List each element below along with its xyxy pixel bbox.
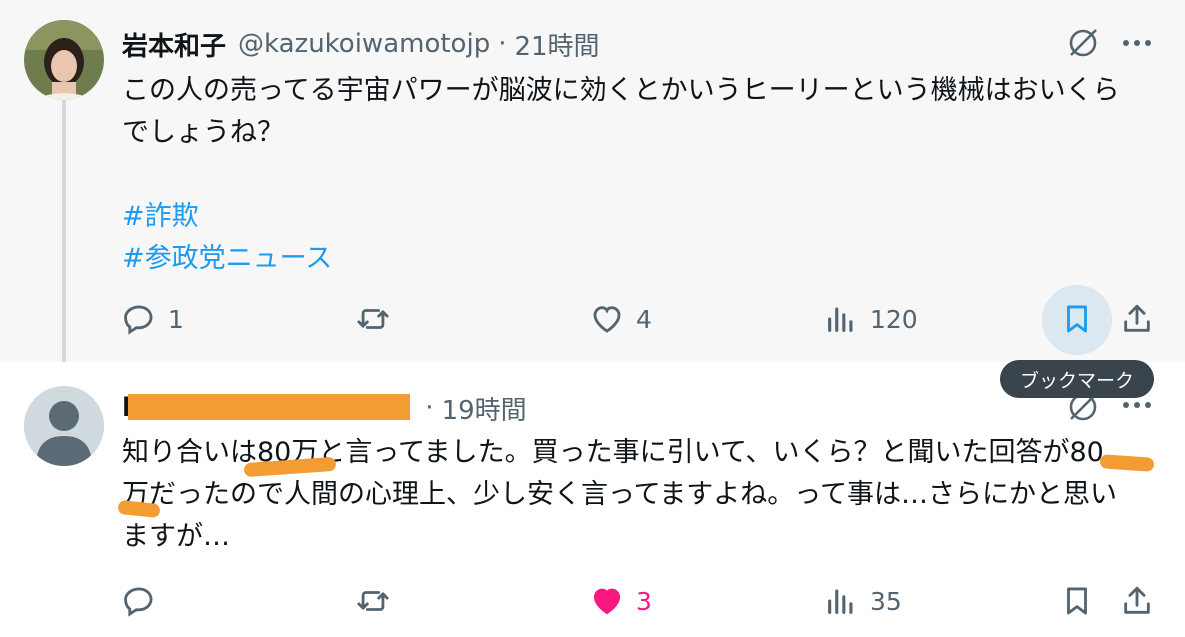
share-icon xyxy=(1124,304,1150,332)
share-icon xyxy=(1124,586,1150,614)
grok-icon[interactable] xyxy=(1066,26,1100,64)
tweet-text: この人の売ってる宇宙パワーが脳波に効くとかいうヒーリーという機械はおいくら でし… xyxy=(122,70,1162,280)
avatar[interactable] xyxy=(24,20,104,100)
like-count: 3 xyxy=(636,586,652,616)
separator-dot: · xyxy=(425,393,434,423)
views-count: 35 xyxy=(870,586,902,616)
retweet-icon xyxy=(357,309,389,329)
reply-button[interactable]: 1 xyxy=(122,302,184,336)
retweet-button[interactable] xyxy=(356,302,390,336)
separator-dot: · xyxy=(498,29,507,59)
reply-icon xyxy=(124,305,153,335)
tweet-text: 知り合いは80万と言ってました。買った事に引いて、いくら？と聞いた回答が80 万… xyxy=(122,432,1162,558)
like-icon xyxy=(593,306,621,333)
timestamp[interactable]: 19時間 xyxy=(442,390,527,427)
user-handle[interactable]: @kazukoiwamotojp xyxy=(238,29,490,59)
share-button[interactable] xyxy=(1120,584,1154,618)
views-icon xyxy=(828,307,853,332)
text-line: でしょうね？ xyxy=(122,117,284,148)
hashtag-link[interactable]: #参政党ニュース xyxy=(122,238,1162,280)
tweet-2[interactable]: k · 19時間 知り合いは80万と言ってました。買った事に引いて、いくら？と聞… xyxy=(0,362,1185,637)
reply-icon xyxy=(124,587,153,617)
views-button[interactable]: 35 xyxy=(824,584,902,618)
views-icon xyxy=(828,589,853,614)
views-button[interactable]: 120 xyxy=(824,302,918,336)
reply-count: 1 xyxy=(168,304,184,334)
hashtag-link[interactable]: #詐欺 xyxy=(122,196,1162,238)
more-icon[interactable] xyxy=(1120,30,1154,60)
bookmark-icon xyxy=(1067,587,1087,615)
retweet-button[interactable] xyxy=(356,584,390,618)
tweet-header: 岩本和子 @kazukoiwamotojp · 21時間 xyxy=(122,24,600,64)
like-icon xyxy=(593,588,621,615)
views-count: 120 xyxy=(870,304,918,334)
bookmark-button[interactable] xyxy=(1060,584,1094,618)
display-name[interactable]: 岩本和子 xyxy=(122,26,226,63)
like-button[interactable]: 3 xyxy=(590,584,652,618)
text-line: 万だったので人間の心理上、少し安く言ってますよね。って事は…さらにかと思い xyxy=(122,479,1117,510)
bookmark-button[interactable] xyxy=(1060,302,1094,336)
like-count: 4 xyxy=(636,304,652,334)
avatar[interactable] xyxy=(24,386,104,466)
share-button[interactable] xyxy=(1120,302,1154,336)
retweet-icon xyxy=(357,591,389,611)
like-button[interactable]: 4 xyxy=(590,302,652,336)
bookmark-tooltip: ブックマーク xyxy=(1000,360,1154,398)
bookmark-icon xyxy=(1067,305,1087,333)
timestamp[interactable]: 21時間 xyxy=(514,26,599,63)
text-line: ますが… xyxy=(122,521,230,552)
reply-button[interactable] xyxy=(122,584,156,618)
text-line: この人の売ってる宇宙パワーが脳波に効くとかいうヒーリーという機械はおいくら xyxy=(122,75,1120,106)
tweet-1[interactable]: 岩本和子 @kazukoiwamotojp · 21時間 この人の売ってる宇宙パ… xyxy=(0,0,1185,362)
redaction-mark xyxy=(128,394,410,420)
thread-line xyxy=(62,100,66,362)
